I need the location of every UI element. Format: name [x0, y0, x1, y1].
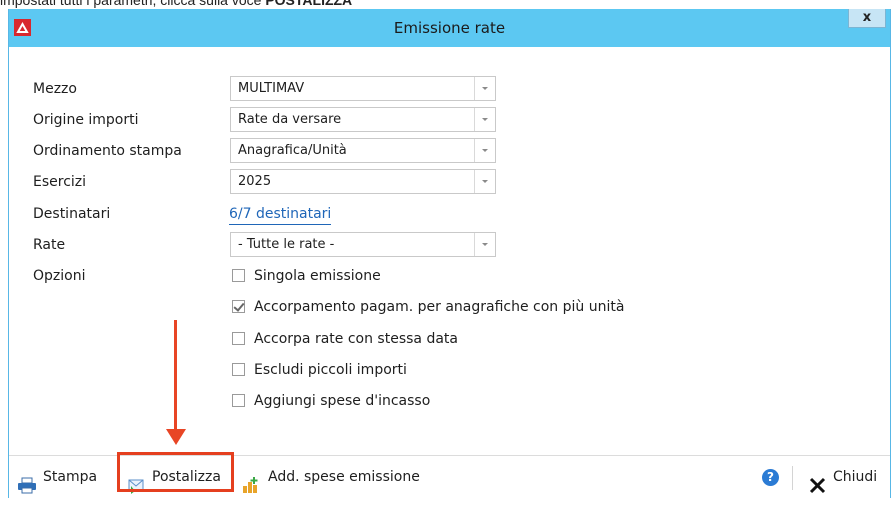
toolbar-separator [792, 466, 793, 490]
destinatari-label: Destinatari [33, 206, 111, 222]
ordinamento-stampa-value: Anagrafica/Unità [238, 143, 347, 158]
chiudi-button[interactable]: Chiudi [809, 456, 879, 499]
option-label: Accorpa rate con stessa data [254, 331, 458, 347]
ordinamento-stampa-select[interactable]: Anagrafica/Unità [230, 138, 496, 163]
esercizi-select[interactable]: 2025 [230, 169, 496, 194]
origine-importi-label: Origine importi [33, 112, 139, 128]
checkbox[interactable] [232, 394, 245, 407]
stampa-button[interactable]: Stampa [17, 456, 107, 499]
window-close-button[interactable]: x [848, 9, 886, 28]
mezzo-label: Mezzo [33, 81, 77, 97]
caption-text: impostati tutti i parametri, clicca sull… [0, 0, 266, 8]
chevron-down-icon[interactable] [474, 233, 495, 256]
window-title: Emissione rate [393, 19, 506, 37]
annotation-arrow-shaft [174, 320, 177, 430]
chevron-down-icon[interactable] [474, 77, 495, 100]
caption-bold: POSTALIZZA [265, 0, 353, 8]
option-label: Aggiungi spese d'incasso [254, 393, 431, 409]
add-spese-emissione-label: Add. spese emissione [268, 469, 420, 485]
checkbox[interactable] [232, 363, 245, 376]
ordinamento-stampa-label: Ordinamento stampa [33, 143, 182, 159]
esercizi-value: 2025 [238, 174, 272, 189]
add-coins-icon [241, 469, 261, 493]
mezzo-select[interactable]: MULTIMAV [230, 76, 496, 101]
option-label: Accorpamento pagam. per anagrafiche con … [254, 299, 625, 315]
annotation-arrow-head [166, 429, 186, 445]
checkbox[interactable] [232, 332, 245, 345]
option-label: Singola emissione [254, 268, 381, 284]
printer-icon [17, 469, 37, 494]
mezzo-value: MULTIMAV [238, 81, 305, 96]
title-bar: Emissione rate x [9, 9, 890, 47]
esercizi-label: Esercizi [33, 174, 87, 190]
origine-importi-select[interactable]: Rate da versare [230, 107, 496, 132]
origine-importi-value: Rate da versare [238, 112, 342, 127]
stampa-label: Stampa [43, 469, 98, 485]
chiudi-label: Chiudi [833, 469, 878, 485]
chevron-down-icon[interactable] [474, 139, 495, 162]
postalizza-highlight-box [117, 452, 234, 492]
destinatari-link[interactable]: 6/7 destinatari [229, 204, 332, 225]
close-x-icon [809, 469, 829, 494]
rate-select[interactable]: - Tutte le rate - [230, 232, 496, 257]
chevron-down-icon[interactable] [474, 170, 495, 193]
chevron-down-icon[interactable] [474, 108, 495, 131]
rate-value: - Tutte le rate - [238, 237, 335, 252]
checkbox-checked[interactable] [232, 300, 245, 313]
opzioni-label: Opzioni [33, 268, 86, 284]
add-spese-emissione-button[interactable]: Add. spese emissione [241, 456, 421, 499]
emissione-rate-dialog: Emissione rate x Mezzo MULTIMAV Origine … [8, 9, 891, 499]
checkbox[interactable] [232, 269, 245, 282]
option-label: Escludi piccoli importi [254, 362, 407, 378]
instruction-caption: impostati tutti i parametri, clicca sull… [0, 0, 891, 9]
help-icon[interactable]: ? [762, 469, 779, 486]
rate-label: Rate [33, 237, 66, 253]
